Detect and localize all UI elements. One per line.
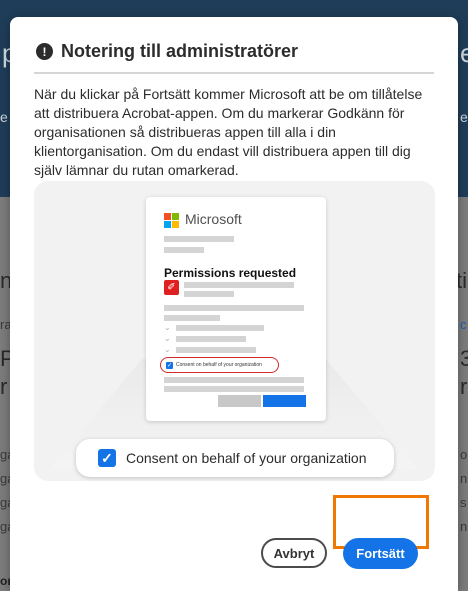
checkbox-checked-icon: ✓ xyxy=(98,449,116,467)
mini-cancel-button xyxy=(218,395,261,407)
pdf-icon: ✐ xyxy=(164,280,179,295)
dialog-title: Notering till administratörer xyxy=(61,41,299,61)
background-link: c xyxy=(460,317,467,332)
microsoft-brand-text: Microsoft xyxy=(185,211,242,227)
permissions-heading: Permissions requested xyxy=(164,266,297,280)
permissions-mockup-card: Microsoft Permissions requested ✐ ⌄ ⌄ ⌄ … xyxy=(146,197,326,421)
consent-illustration: Microsoft Permissions requested ✐ ⌄ ⌄ ⌄ … xyxy=(34,181,435,481)
mini-accept-button xyxy=(263,395,306,407)
mini-checkbox-icon: ✓ xyxy=(166,361,173,369)
microsoft-logo xyxy=(164,213,179,228)
alert-circle-icon: ! xyxy=(36,43,53,60)
dialog-body-text: När du klickar på Fortsätt kommer Micros… xyxy=(34,86,423,178)
admin-notice-dialog: ! Notering till administratörer När du k… xyxy=(10,17,458,591)
background-text: e xyxy=(0,109,8,125)
placeholder-bar xyxy=(164,305,304,311)
mini-consent-text: Consent on behalf of your organization xyxy=(176,362,262,368)
placeholder-bar xyxy=(184,282,294,288)
background-text: s xyxy=(460,495,467,510)
placeholder-bar xyxy=(176,336,246,342)
cancel-button[interactable]: Avbryt xyxy=(261,538,327,568)
background-text: 3 xyxy=(460,346,468,371)
placeholder-bar xyxy=(164,377,304,383)
background-text: n xyxy=(460,471,468,486)
chevron-down-icon: ⌄ xyxy=(164,323,171,332)
background-text: n xyxy=(460,519,468,534)
background-text: o xyxy=(460,447,468,462)
background-text: e xyxy=(460,38,468,68)
placeholder-bar xyxy=(184,291,234,297)
dialog-header: ! Notering till administratörer xyxy=(36,41,298,62)
placeholder-bar xyxy=(164,386,304,392)
placeholder-bar xyxy=(164,315,220,321)
header-divider xyxy=(34,72,434,74)
placeholder-bar xyxy=(164,236,234,242)
continue-button[interactable]: Fortsätt xyxy=(343,538,418,569)
consent-label: Consent on behalf of your organization xyxy=(126,450,367,466)
placeholder-bar xyxy=(176,347,256,353)
background-text: r xyxy=(0,374,8,399)
background-text: e xyxy=(460,109,468,125)
chevron-down-icon: ⌄ xyxy=(164,345,171,354)
placeholder-bar xyxy=(164,247,204,253)
chevron-down-icon: ⌄ xyxy=(164,334,171,343)
background-text: r xyxy=(460,374,468,399)
placeholder-bar xyxy=(176,325,264,331)
mini-consent-highlight: ✓ Consent on behalf of your organization xyxy=(160,357,279,373)
consent-callout: ✓ Consent on behalf of your organization xyxy=(76,439,394,477)
